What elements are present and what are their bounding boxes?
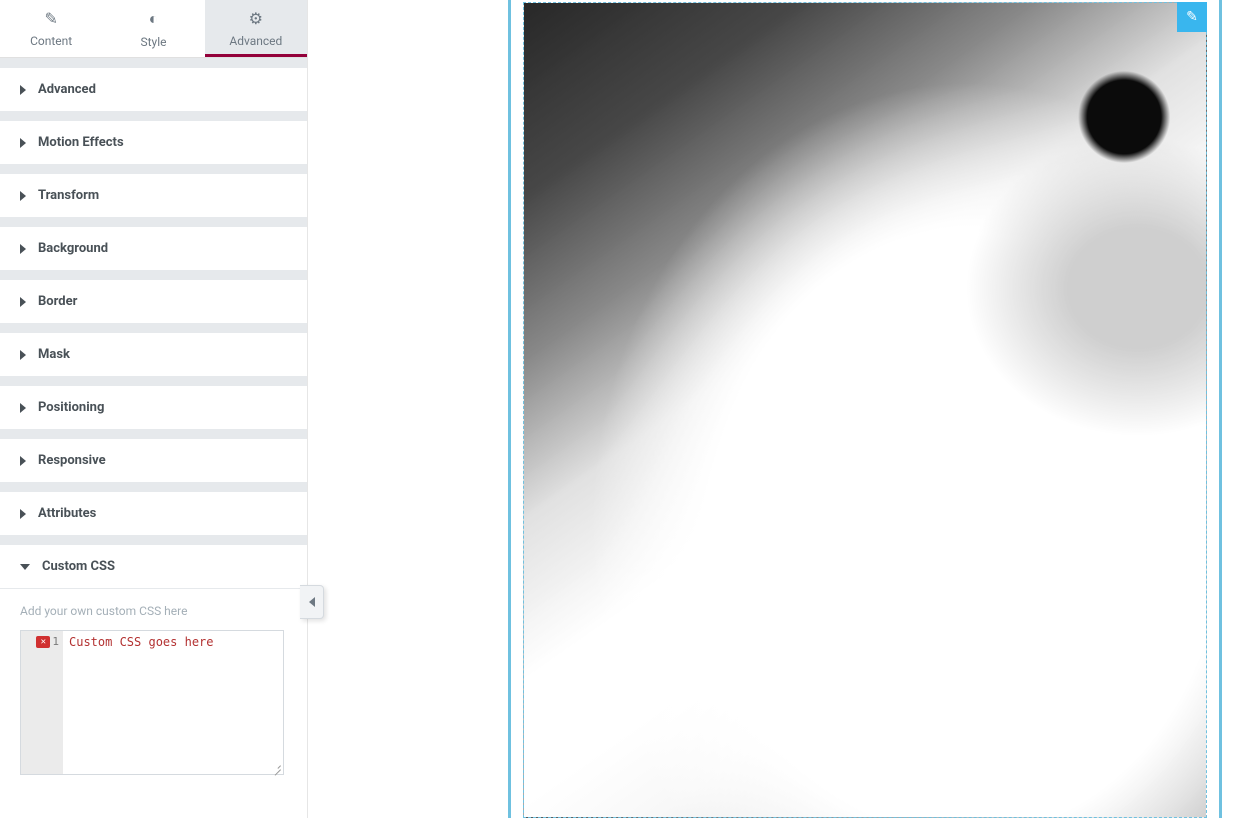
section-advanced-label: Advanced [38, 82, 96, 97]
section-custom-css-label: Custom CSS [42, 559, 115, 574]
tab-style[interactable]: ◐ Style [102, 0, 204, 57]
section-attributes[interactable]: Attributes [0, 492, 307, 535]
code-input[interactable]: Custom CSS goes here [63, 631, 283, 774]
caret-right-icon [20, 297, 26, 307]
caret-right-icon [20, 85, 26, 95]
tab-advanced-label: Advanced [229, 34, 282, 48]
section-border-label: Border [38, 294, 77, 309]
pencil-icon: ✎ [44, 9, 57, 28]
section-responsive[interactable]: Responsive [0, 439, 307, 482]
section-background[interactable]: Background [0, 227, 307, 270]
section-custom-css[interactable]: Custom CSS [0, 545, 307, 588]
section-border[interactable]: Border [0, 280, 307, 323]
caret-right-icon [20, 456, 26, 466]
section-attributes-label: Attributes [38, 506, 96, 521]
tab-content[interactable]: ✎ Content [0, 0, 102, 57]
custom-css-body: Add your own custom CSS here ✕ 1 Custom … [0, 588, 307, 795]
chevron-left-icon [309, 597, 315, 607]
caret-right-icon [20, 138, 26, 148]
tab-style-label: Style [140, 35, 166, 49]
selected-column-frame[interactable]: ✎ [508, 0, 1222, 818]
editor-sidebar: ✎ Content ◐ Style ⚙ Advanced Advanced Mo… [0, 0, 308, 818]
preview-image [524, 3, 1206, 817]
line-number: 1 [52, 635, 59, 648]
pencil-icon: ✎ [1186, 9, 1198, 25]
caret-right-icon [20, 350, 26, 360]
caret-down-icon [20, 564, 30, 570]
image-widget[interactable] [523, 2, 1207, 818]
custom-css-help: Add your own custom CSS here [20, 604, 287, 618]
section-motion-effects[interactable]: Motion Effects [0, 121, 307, 164]
section-positioning-label: Positioning [38, 400, 104, 415]
collapse-panel-button[interactable] [300, 585, 324, 619]
caret-right-icon [20, 244, 26, 254]
tabs: ✎ Content ◐ Style ⚙ Advanced [0, 0, 307, 58]
gear-icon: ⚙ [249, 9, 263, 28]
section-advanced[interactable]: Advanced [0, 68, 307, 111]
tab-content-label: Content [30, 34, 72, 48]
caret-right-icon [20, 403, 26, 413]
caret-right-icon [20, 509, 26, 519]
section-motion-effects-label: Motion Effects [38, 135, 124, 150]
resize-handle-icon[interactable] [271, 762, 281, 772]
edit-element-button[interactable]: ✎ [1177, 2, 1207, 32]
contrast-icon: ◐ [149, 9, 159, 29]
tab-advanced[interactable]: ⚙ Advanced [205, 0, 307, 57]
section-transform-label: Transform [38, 188, 99, 203]
section-background-label: Background [38, 241, 108, 256]
section-responsive-label: Responsive [38, 453, 106, 468]
error-marker-icon: ✕ [36, 636, 50, 648]
section-positioning[interactable]: Positioning [0, 386, 307, 429]
editor-gutter: ✕ 1 [21, 631, 63, 774]
custom-css-editor[interactable]: ✕ 1 Custom CSS goes here [20, 630, 284, 775]
preview-canvas: ✎ [508, 0, 1222, 818]
section-mask[interactable]: Mask [0, 333, 307, 376]
section-transform[interactable]: Transform [0, 174, 307, 217]
caret-right-icon [20, 191, 26, 201]
section-mask-label: Mask [38, 347, 70, 362]
